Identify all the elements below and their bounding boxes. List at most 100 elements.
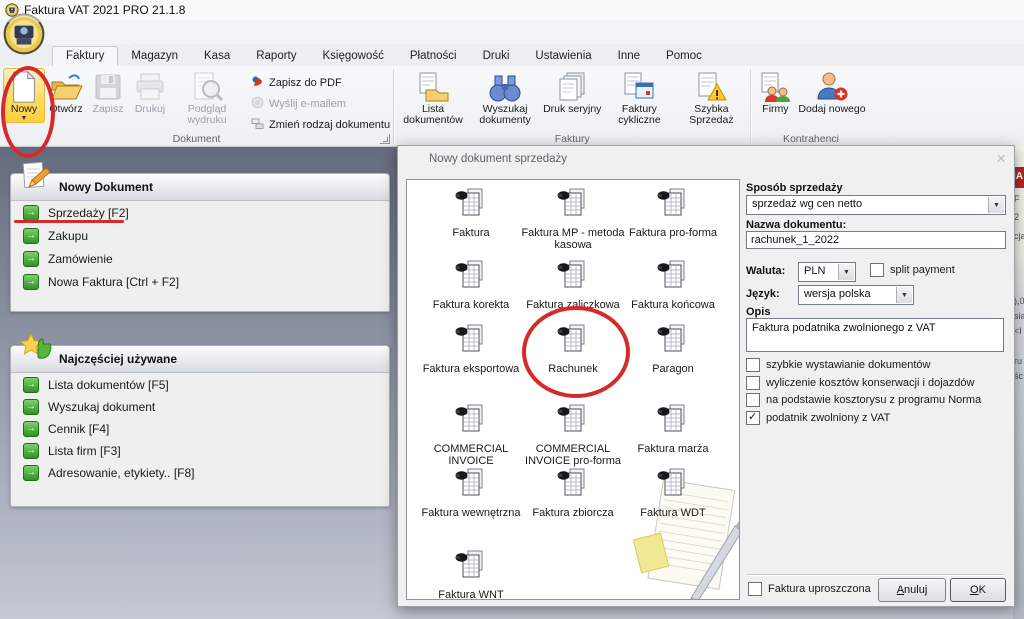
chevron-down-icon[interactable]: ▼ <box>896 287 912 303</box>
checkbox-box[interactable] <box>748 582 762 596</box>
binoculars-icon <box>488 70 522 104</box>
sidebar-item-adresowanie-etykiety-f8[interactable]: → Adresowanie, etykiety.. [F8] <box>23 462 195 484</box>
tab-faktury[interactable]: Faktury <box>52 46 119 66</box>
tab-ustawienia[interactable]: Ustawienia <box>522 47 604 66</box>
cancel-button[interactable]: Anuluj <box>878 578 946 602</box>
ok-button[interactable]: OK <box>950 578 1006 602</box>
doc-type-commercial-invoice[interactable]: COMMERCIAL INVOICE <box>417 402 525 467</box>
description-input[interactable]: Faktura podatnika zwolnionego z VAT <box>746 318 1004 352</box>
dialog-title-bar: Nowy dokument sprzedaży × <box>398 146 1014 174</box>
simplified-invoice-checkbox[interactable]: Faktura uproszczona <box>748 582 871 596</box>
sidebar-item-label: Cennik [F4] <box>48 422 110 436</box>
checkbox-box[interactable] <box>746 410 760 425</box>
doc-type-faktura-pro-forma[interactable]: Faktura pro-forma <box>619 186 727 239</box>
option-wyliczenie-koszt-w-konserwacji-i-dojazd-w[interactable]: wyliczenie kosztów konserwacji i dojazdó… <box>746 375 974 390</box>
doc-type-faktura-wdt[interactable]: Faktura WDT <box>619 466 727 519</box>
doc-type-faktura-wewn-trzna[interactable]: Faktura wewnętrzna <box>417 466 525 519</box>
druk-seryjny-button[interactable]: Druk seryjny <box>541 68 603 116</box>
dialog-launcher-icon[interactable] <box>380 134 391 144</box>
checkbox-box[interactable] <box>746 358 760 372</box>
button-label: Otwórz <box>49 103 83 115</box>
panel-title: Nowy Dokument <box>59 180 154 194</box>
print-preview-icon <box>191 70 223 104</box>
tab-kasa[interactable]: Kasa <box>191 47 243 66</box>
option-na-podstawie-kosztorysu-z-programu-norma[interactable]: na podstawie kosztorysu z programu Norma <box>746 393 981 407</box>
sidebar-item-wyszukaj-dokument[interactable]: → Wyszukaj dokument <box>23 396 155 418</box>
doc-type-faktura-eksportowa[interactable]: Faktura eksportowa <box>417 322 525 375</box>
sidebar-item-lista-dokument-w-f5[interactable]: → Lista dokumentów [F5] <box>23 374 169 396</box>
dodaj-nowego-button[interactable]: Dodaj nowego <box>796 68 867 116</box>
faktury-cykliczne-button[interactable]: Faktury cykliczne <box>603 68 675 127</box>
option-podatnik-zwolniony-z-vat[interactable]: podatnik zwolniony z VAT <box>746 410 890 425</box>
sidebar-item-nowa-faktura-ctrl-f2[interactable]: → Nowa Faktura [Ctrl + F2] <box>23 271 179 293</box>
background-text-fragment: F <box>1014 194 1020 204</box>
doc-type-commercial-invoice-pro-forma[interactable]: COMMERCIAL INVOICE pro-forma <box>519 402 627 467</box>
doc-type-faktura-mar-a[interactable]: Faktura marża <box>619 402 727 455</box>
tab-p-atno-ci[interactable]: Płatności <box>397 47 470 66</box>
doc-type-label: Faktura zbiorcza <box>532 507 614 519</box>
print-icon <box>134 70 166 104</box>
nowy-button[interactable]: Nowy ▼ <box>3 68 45 123</box>
doc-type-faktura-mp-metoda-kasowa[interactable]: Faktura MP - metoda kasowa <box>519 186 627 251</box>
doc-type-label: Faktura wewnętrzna <box>421 507 521 519</box>
tab-magazyn[interactable]: Magazyn <box>118 47 191 66</box>
document-icon <box>417 548 525 587</box>
document-icon <box>619 322 727 361</box>
zmie-rodzaj-dokumentu-button[interactable]: Zmień rodzaj dokumentu <box>251 117 390 133</box>
currency-select[interactable]: PLN ▼ <box>798 262 856 282</box>
wy-lij-e-mailem-button: Wyślij e-mailem <box>251 96 390 112</box>
document-pencil-icon <box>19 160 53 194</box>
doc-type-faktura-korekta[interactable]: Faktura korekta <box>417 258 525 311</box>
button-label: Wyślij e-mailem <box>269 98 346 110</box>
wyszukaj-dokumenty-button[interactable]: Wyszukaj dokumenty <box>469 68 541 127</box>
arrow-right-icon: → <box>23 205 39 221</box>
companies-icon <box>758 70 792 104</box>
otw-rz-button[interactable]: Otwórz <box>45 68 87 116</box>
sidebar-item-zakupu[interactable]: → Zakupu <box>23 225 88 247</box>
close-icon[interactable]: × <box>996 149 1006 169</box>
chevron-down-icon[interactable]: ▼ <box>838 264 854 280</box>
background-text-fragment: ru <box>1014 356 1023 366</box>
document-type-list: Faktura Faktura MP - metoda kasowa Faktu… <box>406 179 740 600</box>
chevron-down-icon[interactable]: ▼ <box>988 197 1004 213</box>
doc-type-faktura-wnt[interactable]: Faktura WNT <box>417 548 525 599</box>
doc-type-rachunek[interactable]: Rachunek <box>519 322 627 375</box>
sidebar-item-lista-firm-f3[interactable]: → Lista firm [F3] <box>23 440 121 462</box>
application-menu-button[interactable] <box>3 13 45 55</box>
open-folder-icon <box>49 70 83 104</box>
doc-type-label: Faktura eksportowa <box>422 363 520 375</box>
sidebar-item-cennik-f4[interactable]: → Cennik [F4] <box>23 418 109 440</box>
checkbox-box[interactable] <box>870 263 884 277</box>
sidebar-item-sprzeda-y-f2[interactable]: → Sprzedaży [F2] <box>23 202 129 224</box>
lista-dokument-w-button[interactable]: Lista dokumentów <box>397 68 469 127</box>
firmy-button[interactable]: Firmy <box>754 68 796 116</box>
tab-pomoc[interactable]: Pomoc <box>653 47 715 66</box>
split-payment-checkbox[interactable]: split payment <box>870 263 955 277</box>
doc-type-faktura-zaliczkowa[interactable]: Faktura zaliczkowa <box>519 258 627 311</box>
doc-type-faktura[interactable]: Faktura <box>417 186 525 239</box>
language-select[interactable]: wersja polska ▼ <box>798 285 914 305</box>
checkbox-label: na podstawie kosztorysu z programu Norma <box>766 394 982 406</box>
tab-druki[interactable]: Druki <box>470 47 523 66</box>
doc-type-faktura-zbiorcza[interactable]: Faktura zbiorcza <box>519 466 627 519</box>
sidebar-item-zam-wienie[interactable]: → Zamówienie <box>23 248 113 270</box>
tab-ksi-gowo[interactable]: Księgowość <box>310 47 397 66</box>
dialog-icon <box>406 152 423 167</box>
document-name-input[interactable] <box>746 231 1006 249</box>
zapisz-do-pdf-button[interactable]: Zapisz do PDF <box>251 75 390 91</box>
doc-type-paragon[interactable]: Paragon <box>619 322 727 375</box>
option-szybkie-wystawianie-dokument-w[interactable]: szybkie wystawianie dokumentów <box>746 358 930 372</box>
szybka-sprzeda-button[interactable]: Szybka Sprzedaż <box>675 68 747 127</box>
application-window: Faktura VAT 2021 PRO 21.1.8 –▾ FakturyMa… <box>0 0 1024 619</box>
doc-type-faktura-ko-cowa[interactable]: Faktura końcowa <box>619 258 727 311</box>
sidebar-item-label: Wyszukaj dokument <box>48 400 156 414</box>
checkbox-box[interactable] <box>746 393 760 407</box>
ribbon-group-dokument: Nowy ▼ Otwórz Zapisz Drukuj Podgląd wydru… <box>0 66 393 146</box>
sale-method-select[interactable]: sprzedaż wg cen netto ▼ <box>746 195 1006 215</box>
tab-inne[interactable]: Inne <box>605 47 653 66</box>
tab-raporty[interactable]: Raporty <box>243 47 309 66</box>
arrow-right-icon: → <box>23 421 39 437</box>
arrow-right-icon: → <box>23 443 39 459</box>
checkbox-box[interactable] <box>746 375 760 390</box>
button-label: Podgląd wydruku <box>187 103 227 126</box>
